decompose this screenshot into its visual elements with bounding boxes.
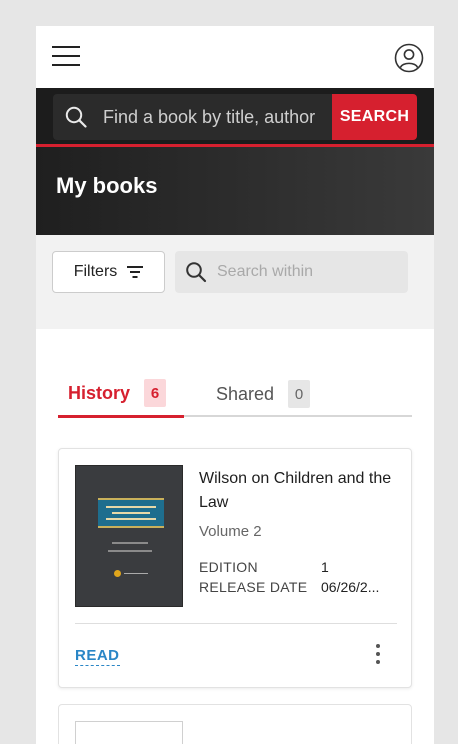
cover-detail-line <box>112 542 148 544</box>
user-profile-icon[interactable] <box>394 43 424 73</box>
release-date-row: RELEASE DATE 06/26/2... <box>199 579 379 595</box>
book-cover[interactable] <box>75 721 183 744</box>
edition-label: EDITION <box>199 559 258 575</box>
books-tabs: History 6 Shared 0 <box>58 371 412 418</box>
tab-history[interactable]: History 6 <box>58 371 184 418</box>
cover-detail-line <box>108 550 152 552</box>
tab-history-count: 6 <box>144 379 167 407</box>
global-search-bar: SEARCH <box>36 88 434 144</box>
search-button[interactable]: SEARCH <box>332 94 417 140</box>
read-button[interactable]: READ <box>75 647 120 666</box>
tab-shared-label: Shared <box>216 383 275 404</box>
filter-bar: Filters <box>36 235 434 329</box>
search-icon <box>186 262 207 283</box>
cover-title-band <box>98 498 164 528</box>
card-divider <box>75 623 397 624</box>
book-card <box>58 704 412 744</box>
search-within-field <box>175 251 408 293</box>
publisher-logo <box>114 570 148 577</box>
global-search-input[interactable] <box>103 94 327 140</box>
book-volume: Volume 2 <box>199 523 262 540</box>
tab-history-label: History <box>68 382 131 403</box>
filter-lines-icon <box>127 266 144 278</box>
filters-label: Filters <box>73 263 118 280</box>
release-date-value: 06/26/2... <box>321 579 380 595</box>
book-cover[interactable] <box>75 465 183 607</box>
hamburger-menu-icon[interactable] <box>52 44 80 68</box>
filters-button[interactable]: Filters <box>52 251 165 293</box>
page-title: My books <box>56 173 158 198</box>
app-screen: SEARCH My books Filters History 6 <box>36 26 434 744</box>
edition-value: 1 <box>321 559 329 575</box>
top-bar <box>36 26 434 88</box>
more-vertical-icon[interactable] <box>373 643 383 665</box>
search-icon <box>65 106 87 128</box>
tab-shared[interactable]: Shared 0 <box>216 371 311 417</box>
search-within-input[interactable] <box>217 251 402 293</box>
tab-shared-count: 0 <box>288 380 311 408</box>
global-search-field <box>53 94 333 140</box>
edition-row: EDITION 1 <box>199 559 329 575</box>
book-card: Wilson on Children and the Law Volume 2 … <box>58 448 412 688</box>
release-date-label: RELEASE DATE <box>199 579 308 595</box>
page-header: My books <box>36 147 434 235</box>
book-title[interactable]: Wilson on Children and the Law <box>199 467 399 515</box>
